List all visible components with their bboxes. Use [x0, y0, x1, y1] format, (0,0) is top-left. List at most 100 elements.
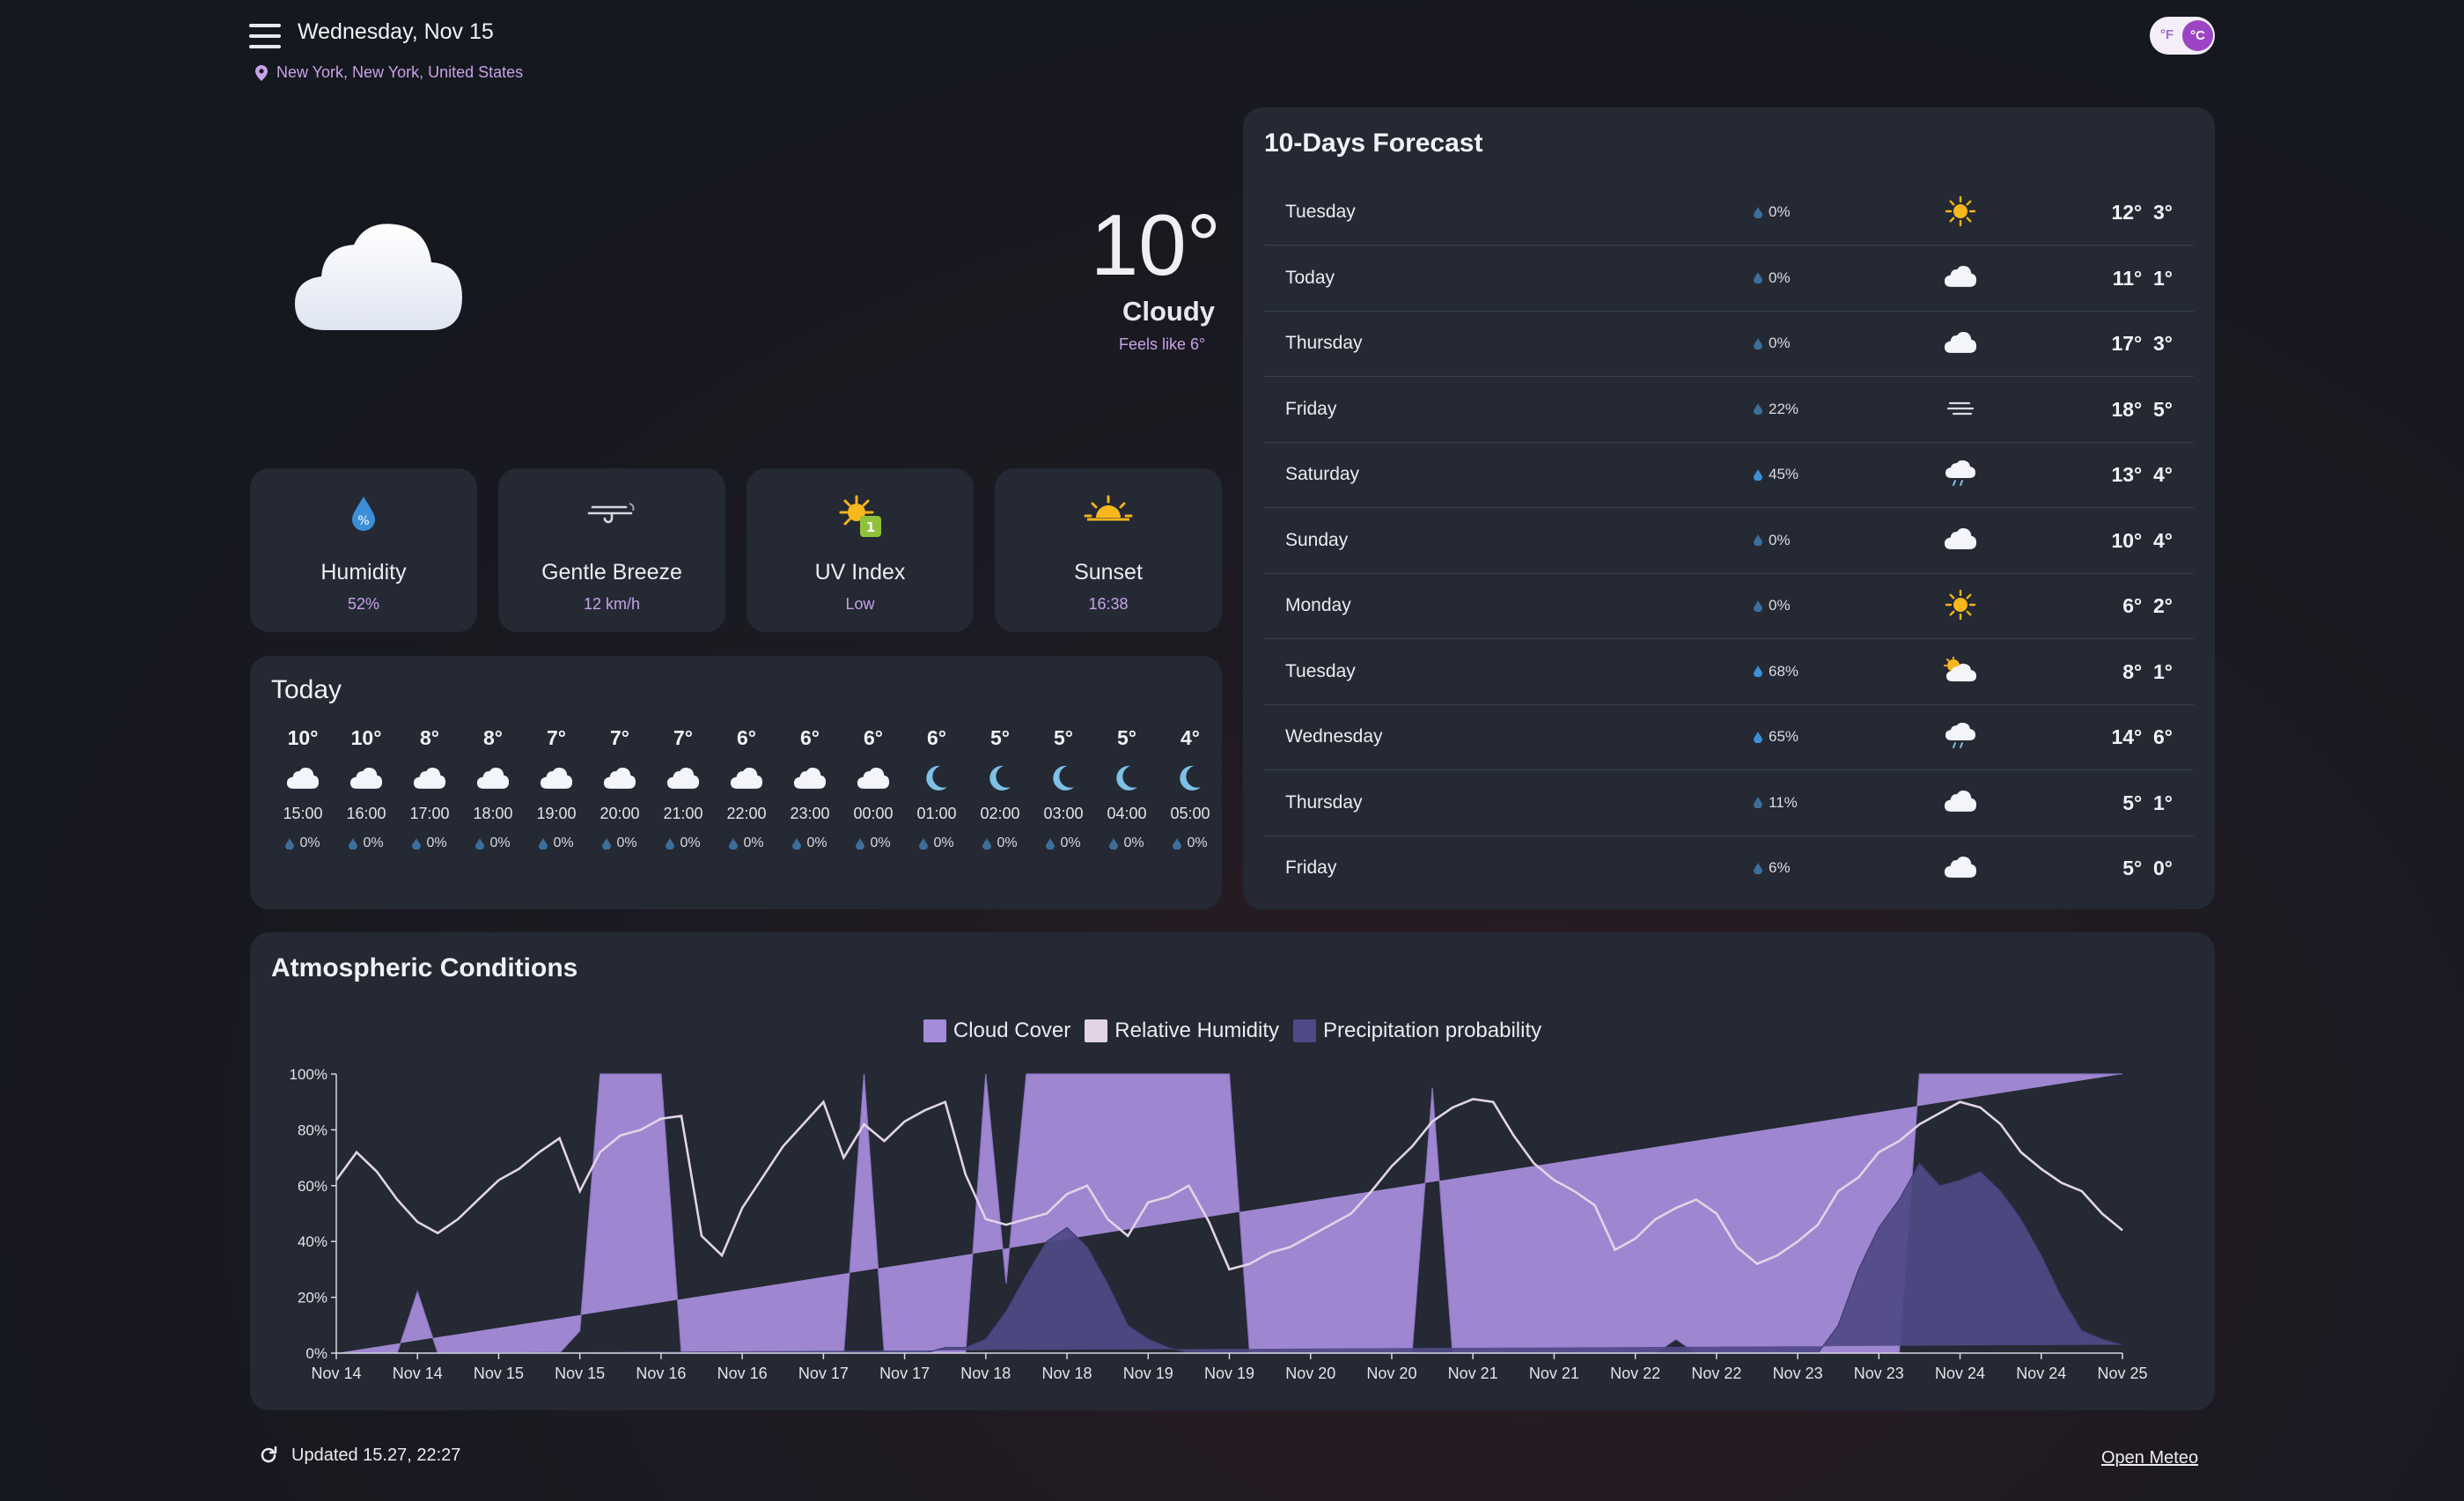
location[interactable]: New York, New York, United States: [255, 63, 523, 82]
cloud-icon: [291, 220, 467, 339]
moon-icon: [1116, 765, 1137, 791]
precipitation-drop-icon: [1754, 534, 1762, 546]
forecast-day: Thursday: [1285, 791, 1363, 813]
hour-time: 02:00: [980, 805, 1020, 822]
hour-temp: 10°: [350, 726, 382, 749]
menu-icon: [249, 24, 281, 27]
wind-title: Gentle Breeze: [541, 560, 682, 585]
x-tick-label: Nov 24: [2016, 1365, 2066, 1382]
forecast-day: Friday: [1285, 398, 1337, 419]
cloud-icon: [1944, 527, 1977, 549]
x-tick-label: Nov 22: [1610, 1365, 1660, 1382]
forecast-day: Today: [1285, 267, 1335, 288]
sun-icon: [1945, 589, 1976, 621]
moon-icon: [1180, 765, 1201, 791]
moon-icon: [1053, 765, 1074, 791]
forecast-high-low: 5° 1°: [2122, 791, 2173, 815]
open-meteo-link[interactable]: Open Meteo: [2101, 1448, 2198, 1468]
unit-fahrenheit[interactable]: °F: [2160, 27, 2173, 42]
precipitation-drop-icon: [1754, 337, 1762, 349]
sunset-icon: [1084, 495, 1133, 521]
precipitation-drop-icon: [1754, 600, 1762, 612]
hour-item: 5° 02:00 0%: [968, 726, 1032, 851]
updated-text: Updated 15.27, 22:27: [291, 1445, 461, 1465]
x-tick-label: Nov 17: [879, 1365, 930, 1382]
hour-item: 6° 22:00 0%: [715, 726, 778, 851]
precipitation-drop-icon: [1046, 837, 1055, 850]
hour-temp: 6°: [927, 726, 946, 749]
x-tick-label: Nov 14: [393, 1365, 443, 1382]
hour-item: 5° 04:00 0%: [1095, 726, 1158, 851]
forecast-row: Tuesday 0% 12° 3°: [1264, 180, 2194, 246]
cloud-icon: [1944, 790, 1977, 812]
forecast-day: Thursday: [1285, 333, 1363, 353]
x-tick-label: Nov 16: [636, 1365, 686, 1382]
hour-precip: 0%: [489, 835, 511, 850]
unit-toggle[interactable]: °F °C: [2150, 17, 2215, 55]
updated-status[interactable]: Updated 15.27, 22:27: [258, 1445, 460, 1466]
forecast-precip: 0%: [1769, 203, 1791, 220]
precipitation-drop-icon: [1173, 837, 1182, 850]
moon-icon: [926, 765, 947, 791]
today-title: Today: [271, 675, 342, 704]
hour-precip: 0%: [680, 835, 701, 850]
forecast-high-low: 18° 5°: [2111, 398, 2173, 422]
unit-celsius[interactable]: °C: [2182, 20, 2213, 51]
humidity-value: 52%: [347, 595, 380, 613]
hour-temp: 5°: [990, 726, 1010, 749]
cloud-icon: [286, 767, 320, 789]
precipitation-drop-icon: [666, 837, 675, 850]
forecast-precip: 65%: [1769, 728, 1799, 745]
x-tick-label: Nov 18: [1042, 1365, 1092, 1382]
precipitation-drop-icon: [1754, 862, 1762, 874]
forecast-low: 1°: [2153, 659, 2173, 683]
refresh-icon[interactable]: [258, 1445, 279, 1466]
forecast-high: 6°: [2122, 594, 2143, 617]
uv-tile: 1 UV Index Low: [747, 468, 974, 632]
cloud-icon: [1944, 856, 1977, 878]
x-tick-label: Nov 24: [1935, 1365, 1985, 1382]
cloud-icon: [1944, 265, 1977, 287]
uv-value: Low: [845, 595, 875, 613]
forecast-low: 6°: [2153, 725, 2173, 748]
precipitation-drop-icon: [1754, 666, 1762, 677]
sun-icon: [1945, 195, 1976, 227]
forecast-high-low: 14° 6°: [2111, 725, 2173, 749]
today-panel[interactable]: Today 10° 15:00 0% 10° 16:00 0% 8° 17:00 0% 8° 18:…: [250, 656, 1222, 909]
hour-temp: 6°: [864, 726, 883, 749]
y-tick-label: 80%: [298, 1122, 327, 1138]
x-tick-label: Nov 21: [1448, 1365, 1498, 1382]
sunset-tile: Sunset 16:38: [995, 468, 1222, 632]
precipitation-drop-icon: [1754, 206, 1762, 218]
forecast-row: Today 0% 11° 1°: [1264, 246, 2194, 312]
hour-precip: 0%: [1187, 835, 1208, 850]
hour-time: 04:00: [1107, 805, 1147, 822]
menu-button[interactable]: [249, 24, 281, 48]
x-tick-label: Nov 23: [1854, 1365, 1904, 1382]
hour-item: 6° 01:00 0%: [905, 726, 968, 851]
forecast-high: 11°: [2112, 266, 2143, 290]
hour-precip: 0%: [933, 835, 954, 850]
hour-item: 8° 18:00 0%: [461, 726, 525, 851]
current-temperature: 10°: [1090, 196, 1221, 293]
hour-time: 20:00: [599, 805, 640, 822]
hour-precip: 0%: [806, 835, 827, 850]
y-tick-label: 20%: [298, 1290, 327, 1306]
current-date: Wednesday, Nov 15: [298, 19, 494, 44]
forecast-high-low: 11° 1°: [2113, 267, 2173, 291]
forecast-day: Monday: [1285, 595, 1351, 615]
hour-item: 10° 15:00 0%: [271, 726, 335, 851]
precipitation-drop-icon: [1109, 837, 1119, 850]
x-tick-label: Nov 20: [1285, 1365, 1335, 1382]
x-tick-label: Nov 23: [1773, 1365, 1823, 1382]
fog-icon: [1946, 401, 1975, 415]
hour-time: 00:00: [853, 805, 894, 822]
forecast-row: Thursday 11% 5° 1°: [1264, 770, 2194, 836]
hour-precip: 0%: [997, 835, 1018, 850]
hour-time: 16:00: [346, 805, 386, 822]
y-tick-label: 60%: [298, 1178, 327, 1195]
forecast-low: 3°: [2153, 332, 2173, 355]
sunset-title: Sunset: [1074, 560, 1143, 585]
x-tick-label: Nov 14: [311, 1365, 361, 1382]
sun-cloud-icon: [1944, 656, 1976, 681]
